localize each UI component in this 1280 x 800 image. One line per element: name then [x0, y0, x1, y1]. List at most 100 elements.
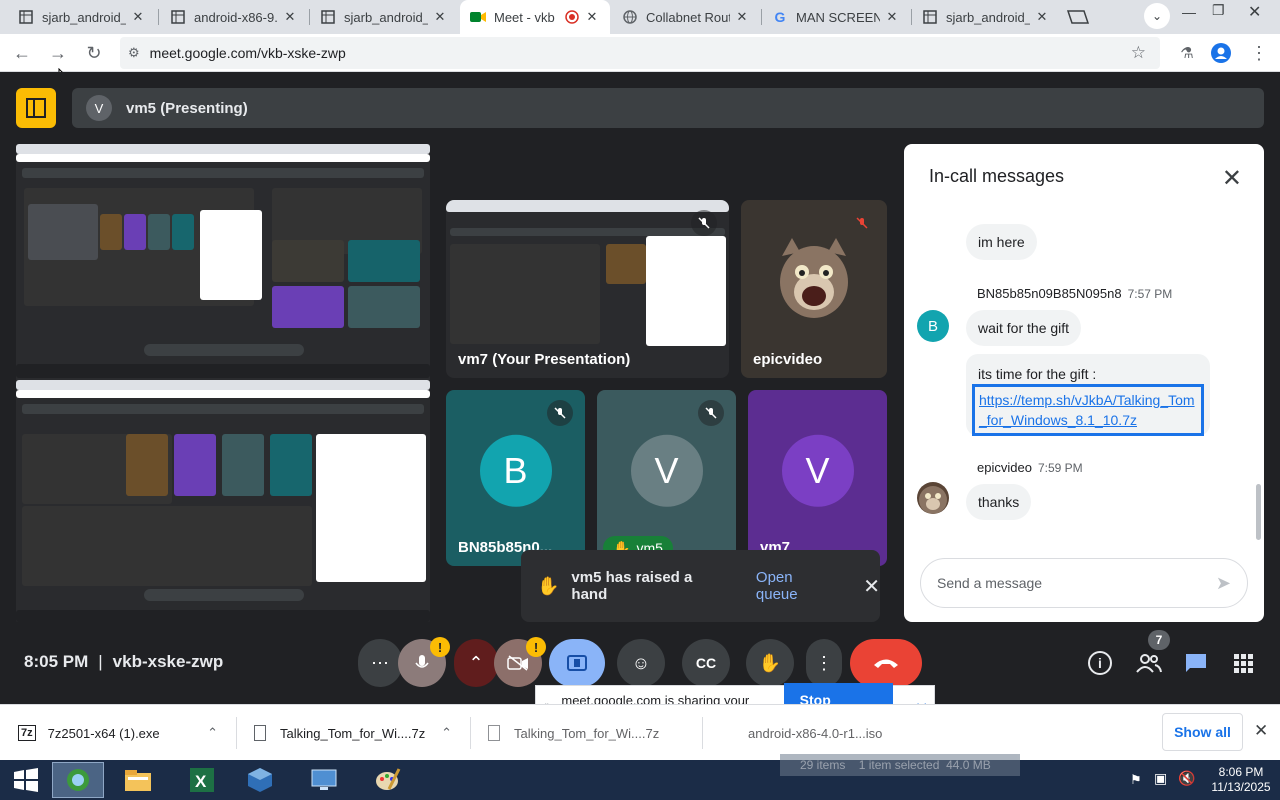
- meet-area: V vm5 (Presenting) vm7 (Your Presentatio…: [0, 72, 1280, 733]
- network-icon[interactable]: ▣: [1154, 770, 1167, 787]
- chat-title: In-call messages: [929, 166, 1065, 186]
- send-message-input[interactable]: Send a message ➤: [920, 558, 1248, 608]
- raise-hand-icon[interactable]: ✋: [746, 639, 794, 687]
- back-icon[interactable]: ←: [9, 40, 35, 66]
- tab-2[interactable]: android-x86-9.0 ✕: [160, 0, 308, 34]
- close-tab-icon[interactable]: ✕: [130, 9, 146, 25]
- chat-scrollbar[interactable]: [1256, 484, 1261, 540]
- sheets-icon: [320, 9, 336, 25]
- tile-bn85b85n0[interactable]: B BN85b85n0...: [446, 390, 585, 566]
- tab-search-icon[interactable]: ⌄: [1144, 3, 1170, 29]
- close-icon[interactable]: ✕: [863, 574, 880, 599]
- mic-off-icon: [849, 210, 875, 236]
- gift-link[interactable]: https://temp.sh/vJkbA/Talking_Tom_for_Wi…: [979, 392, 1195, 428]
- show-all-button[interactable]: Show all: [1162, 713, 1243, 751]
- activities-icon[interactable]: [1234, 654, 1254, 679]
- clock[interactable]: 8:06 PM 11/13/2025: [1206, 765, 1276, 795]
- more-options-icon[interactable]: ⋮: [806, 639, 842, 687]
- labs-flask-icon[interactable]: ⚗: [1174, 40, 1200, 66]
- presenting-label: vm5 (Presenting): [126, 99, 248, 117]
- paint-icon[interactable]: [362, 762, 414, 798]
- virtualbox-icon[interactable]: [234, 762, 286, 798]
- minimize-icon[interactable]: —: [1182, 4, 1196, 20]
- ie-icon[interactable]: [52, 762, 104, 798]
- close-downloads-icon[interactable]: ✕: [1254, 721, 1268, 741]
- end-call-button[interactable]: [850, 639, 922, 687]
- remote-desktop-icon[interactable]: [298, 762, 350, 798]
- download-item[interactable]: Talking_Tom_for_Wi....7z: [488, 705, 702, 761]
- close-tab-icon[interactable]: ✕: [584, 9, 600, 25]
- download-item[interactable]: Talking_Tom_for_Wi....7z ⌃: [254, 705, 470, 761]
- tab-3[interactable]: sjarb_android_3 ✕: [310, 0, 458, 34]
- meet-icon: [470, 9, 486, 25]
- download-item[interactable]: 7z 7z2501-x64 (1).exe ⌃: [18, 705, 236, 761]
- participant-name: vm7 (Your Presentation): [458, 351, 631, 368]
- chat-message: im here: [966, 224, 1037, 260]
- tile-your-presentation[interactable]: vm7 (Your Presentation): [446, 200, 729, 378]
- tile-vm5[interactable]: V ✋ vm5: [597, 390, 736, 566]
- participant-name: epicvideo: [753, 351, 823, 368]
- presented-screen: [16, 144, 430, 622]
- toast-text: vm5 has raised a hand: [571, 569, 693, 603]
- restore-icon[interactable]: ❐: [1212, 2, 1225, 19]
- downloads-bar: 7z 7z2501-x64 (1).exe ⌃ Talking_Tom_for_…: [0, 704, 1280, 760]
- send-icon[interactable]: ➤: [1216, 573, 1231, 594]
- file-icon: [254, 725, 266, 741]
- avatar: V: [86, 95, 112, 121]
- people-icon[interactable]: [1136, 652, 1162, 679]
- profile-avatar[interactable]: [1208, 40, 1234, 66]
- tab-1[interactable]: sjarb_android_2 ✕: [8, 0, 156, 34]
- file-explorer-icon[interactable]: [112, 762, 164, 798]
- emoji-icon[interactable]: ☺: [617, 639, 665, 687]
- action-center-flag-icon[interactable]: ⚑: [1130, 772, 1142, 788]
- reload-icon[interactable]: ↻: [81, 40, 107, 66]
- talking-tom-avatar: [774, 238, 854, 322]
- tab-6[interactable]: G MAN SCREENS ✕: [762, 0, 910, 34]
- close-window-icon[interactable]: ✕: [1248, 2, 1261, 22]
- present-button[interactable]: [549, 639, 605, 687]
- forward-icon[interactable]: →: [45, 40, 71, 66]
- chevron-up-icon[interactable]: ⌃: [441, 725, 452, 741]
- open-queue-link[interactable]: Open queue: [756, 569, 837, 603]
- warning-icon: !: [526, 637, 546, 657]
- download-item[interactable]: android-x86-4.0-r1...iso: [720, 705, 930, 761]
- avatar: V: [781, 434, 854, 507]
- chat-panel: In-call messages ✕ im here BN85b85n09B85…: [904, 144, 1264, 622]
- chat-icon[interactable]: [1184, 652, 1208, 679]
- chevron-up-icon[interactable]: ⌃: [207, 725, 218, 741]
- mic-off-icon: [691, 210, 717, 236]
- mic-off-icon: [698, 400, 724, 426]
- close-tab-icon[interactable]: ✕: [884, 9, 900, 25]
- avatar: V: [630, 434, 703, 507]
- meet-logo[interactable]: [16, 88, 56, 128]
- tab-meet[interactable]: Meet - vkb ✕: [460, 0, 610, 34]
- camera-options-icon[interactable]: ⌃: [454, 639, 498, 687]
- browser-tab-bar: sjarb_android_2 ✕ android-x86-9.0 ✕ sjar…: [0, 0, 1280, 34]
- tab-7[interactable]: sjarb_android_4 ✕: [912, 0, 1060, 34]
- close-tab-icon[interactable]: ✕: [282, 9, 298, 25]
- sheets-icon: [18, 9, 34, 25]
- tab-5[interactable]: Collabnet Rout ✕: [612, 0, 760, 34]
- tile-epicvideo[interactable]: epicvideo: [741, 200, 887, 378]
- meeting-details-icon[interactable]: i: [1088, 651, 1112, 675]
- close-tab-icon[interactable]: ✕: [1034, 9, 1050, 25]
- excel-icon[interactable]: X: [176, 762, 228, 798]
- close-tab-icon[interactable]: ✕: [734, 9, 750, 25]
- address-bar[interactable]: ⚙ meet.google.com/vkb-xske-zwp ☆: [120, 37, 1160, 69]
- new-tab-button[interactable]: [1064, 7, 1090, 27]
- bookmark-star-icon[interactable]: ☆: [1131, 43, 1146, 63]
- chat-message: thanks: [966, 484, 1032, 520]
- close-chat-icon[interactable]: ✕: [1222, 164, 1242, 193]
- svg-text:X: X: [195, 772, 207, 791]
- close-tab-icon[interactable]: ✕: [432, 9, 448, 25]
- start-button[interactable]: [0, 762, 52, 798]
- volume-muted-icon[interactable]: 🔇: [1178, 770, 1195, 787]
- more-options-left-icon[interactable]: ⋯: [358, 639, 402, 687]
- tile-vm7[interactable]: V vm7: [748, 390, 887, 566]
- captions-icon[interactable]: CC: [682, 639, 730, 687]
- chat-message-link: its time for the gift : https://temp.sh/…: [966, 354, 1210, 436]
- sheets-icon: [922, 9, 938, 25]
- browser-menu-icon[interactable]: ⋮: [1246, 40, 1272, 66]
- 7zip-icon: 7z: [18, 725, 36, 741]
- site-info-icon[interactable]: ⚙: [128, 45, 140, 61]
